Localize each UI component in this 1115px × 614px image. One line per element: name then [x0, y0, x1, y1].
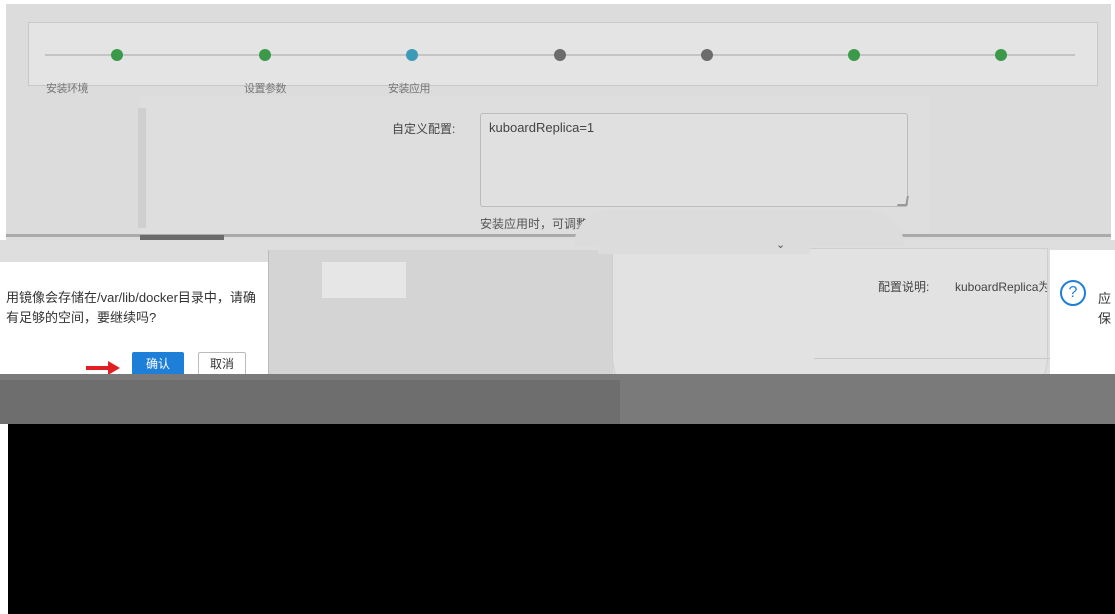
textarea-resize-handle[interactable] [897, 196, 909, 206]
wizard-step-2-dot[interactable] [259, 49, 271, 61]
wizard-step-3-label: 安装应用 [388, 83, 431, 95]
confirm-dialog-message: 用镜像会存储在/var/lib/docker目录中，请确有足够的空间，要继续吗? [6, 290, 256, 325]
red-arrow-annotation-head [108, 361, 120, 375]
wizard-step-3-dot[interactable] [406, 49, 418, 61]
dark-overlay-inner [0, 380, 620, 424]
background-column [268, 250, 613, 374]
wizard-step-5-dot[interactable] [701, 49, 713, 61]
background-box [322, 262, 406, 298]
custom-config-label: 自定义配置: [392, 122, 456, 136]
config-desc-label: 配置说明: [878, 280, 930, 294]
wizard-step-1-label: 安装环境 [46, 83, 89, 95]
form-side-bar [138, 108, 146, 228]
wizard-step-2-label: 设置参数 [244, 83, 287, 95]
config-desc-value: kuboardReplica为 [955, 280, 1047, 294]
panel-divider [814, 358, 1050, 359]
left-edge-strip [0, 424, 8, 614]
custom-config-textarea[interactable]: kuboardReplica=1 [480, 113, 908, 207]
right-dialog-text-2: 保 [1098, 311, 1112, 326]
right-dialog-text-1: 应 [1098, 291, 1112, 306]
wizard-step-4-dot[interactable] [554, 49, 566, 61]
red-arrow-annotation-shaft [86, 366, 110, 370]
cancel-button[interactable]: 取消 [198, 352, 246, 376]
wizard-step-6-dot[interactable] [848, 49, 860, 61]
wizard-step-1-dot[interactable] [111, 49, 123, 61]
black-region [0, 424, 1115, 614]
chevron-down-icon[interactable]: ⌄ [776, 238, 785, 251]
help-circle-icon: ? [1060, 280, 1086, 306]
confirm-button[interactable]: 确认 [132, 352, 184, 376]
wizard-step-7-dot[interactable] [995, 49, 1007, 61]
